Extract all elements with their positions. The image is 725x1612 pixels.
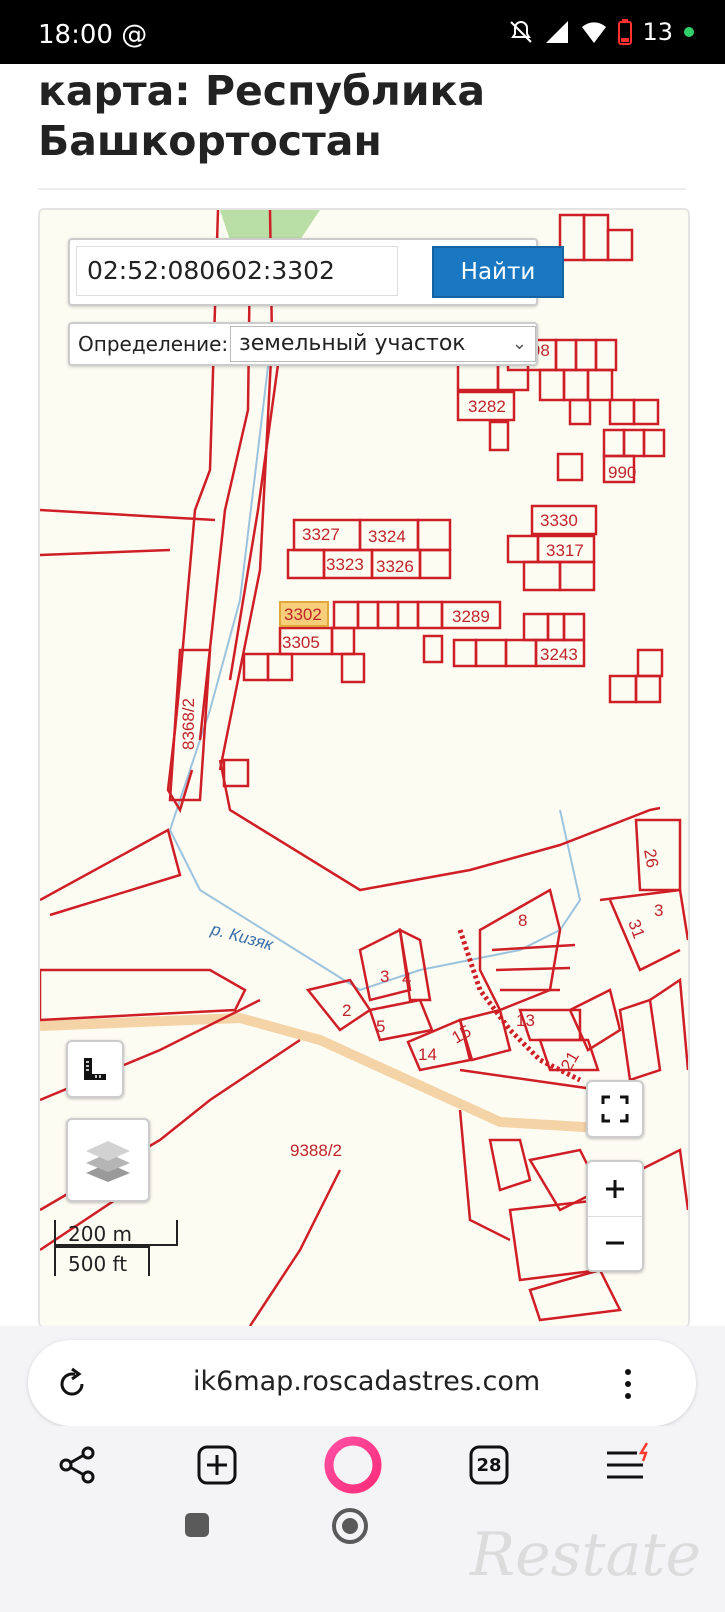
svg-text:8368/2: 8368/2 (179, 698, 198, 750)
alice-icon (324, 1436, 382, 1494)
zoom-control (586, 1160, 644, 1272)
zoom-in-button[interactable] (588, 1162, 642, 1217)
svg-text:8: 8 (518, 911, 527, 930)
svg-text:3330: 3330 (540, 511, 578, 530)
svg-text:31: 31 (624, 917, 648, 941)
svg-text:3326: 3326 (376, 557, 414, 576)
status-icons: 13 (508, 18, 695, 46)
nav-recents-button[interactable] (182, 1510, 212, 1540)
tabs-count: 28 (476, 1454, 502, 1476)
signal-icon (546, 21, 569, 43)
share-icon (59, 1446, 95, 1484)
scale-metric: 200 m (54, 1220, 178, 1246)
wifi-icon (582, 22, 607, 43)
url-text[interactable]: ik6map.roscadastres.com (193, 1366, 540, 1397)
find-button[interactable]: Найти (432, 246, 564, 298)
svg-text:14: 14 (418, 1045, 437, 1064)
clock: 18:00 @ (38, 20, 148, 50)
chevron-down-icon: ⌄ (511, 333, 527, 354)
search-panel: 02:52:080602:3302 Найти (68, 238, 564, 306)
share-button[interactable] (52, 1440, 102, 1490)
svg-text:3: 3 (654, 901, 663, 920)
menu-icon (607, 1442, 649, 1479)
svg-text:3327: 3327 (302, 525, 340, 544)
new-tab-button[interactable] (192, 1440, 242, 1490)
svg-text:2: 2 (342, 1001, 351, 1020)
zoom-out-button[interactable] (588, 1217, 642, 1271)
river-label: р. Кизяк (208, 919, 276, 954)
svg-text:9388/2: 9388/2 (290, 1141, 342, 1160)
cadastral-map[interactable]: 3298 3282 990 3327 3324 3330 3323 3326 3… (38, 208, 690, 1328)
fullscreen-button[interactable] (586, 1080, 644, 1138)
svg-text:3323: 3323 (326, 555, 364, 574)
scale-bar: 200 m 500 ft (54, 1220, 178, 1276)
ruler-button[interactable] (66, 1040, 124, 1098)
fullscreen-icon (601, 1095, 629, 1123)
svg-text:3324: 3324 (368, 527, 406, 546)
new-tab-icon (197, 1445, 237, 1485)
svg-text:990: 990 (608, 463, 636, 482)
home-circle-icon (332, 1508, 368, 1544)
definition-value: земельный участок (239, 331, 466, 356)
svg-text:3: 3 (380, 967, 389, 986)
definition-panel: Определение: земельный участок ⌄ (68, 322, 538, 366)
svg-text:3289: 3289 (452, 607, 490, 626)
mute-icon (510, 20, 533, 43)
svg-text:3302: 3302 (284, 605, 322, 624)
svg-text:3317: 3317 (546, 541, 584, 560)
address-bar[interactable]: ik6map.roscadastres.com (28, 1340, 696, 1426)
reload-icon[interactable] (54, 1366, 90, 1402)
zoom-out-icon (606, 1241, 624, 1245)
home-square-icon (185, 1513, 209, 1537)
watermark-logo: Restate (470, 1520, 701, 1590)
scale-imperial: 500 ft (54, 1246, 150, 1276)
svg-text:3305: 3305 (282, 633, 320, 652)
svg-text:26: 26 (640, 847, 662, 869)
battery-level: 13 (642, 18, 673, 46)
more-icon[interactable] (620, 1366, 636, 1402)
status-bar: 18:00 @ 13 (0, 0, 725, 64)
layers-button[interactable] (66, 1118, 150, 1202)
alice-button[interactable] (322, 1434, 384, 1496)
status-dot-icon (684, 27, 694, 37)
ruler-icon (84, 1058, 106, 1080)
menu-button[interactable] (600, 1438, 656, 1488)
cadastral-number-input[interactable]: 02:52:080602:3302 (76, 246, 398, 296)
battery-icon (618, 19, 633, 45)
svg-text:3243: 3243 (540, 645, 578, 664)
definition-label: Определение: (78, 332, 229, 356)
svg-text:13: 13 (516, 1011, 535, 1030)
layers-icon (86, 1141, 130, 1182)
divider (38, 188, 686, 190)
page-title: карта: Республика Башкортостан (38, 67, 486, 165)
svg-text:3282: 3282 (468, 397, 506, 416)
svg-text:15: 15 (449, 1022, 475, 1048)
svg-text:4: 4 (402, 969, 411, 988)
definition-select[interactable]: земельный участок ⌄ (230, 326, 536, 362)
zoom-in-icon (606, 1179, 624, 1198)
svg-text:5: 5 (376, 1017, 385, 1036)
tabs-button[interactable]: 28 (464, 1440, 514, 1490)
nav-home-button[interactable] (330, 1506, 370, 1546)
